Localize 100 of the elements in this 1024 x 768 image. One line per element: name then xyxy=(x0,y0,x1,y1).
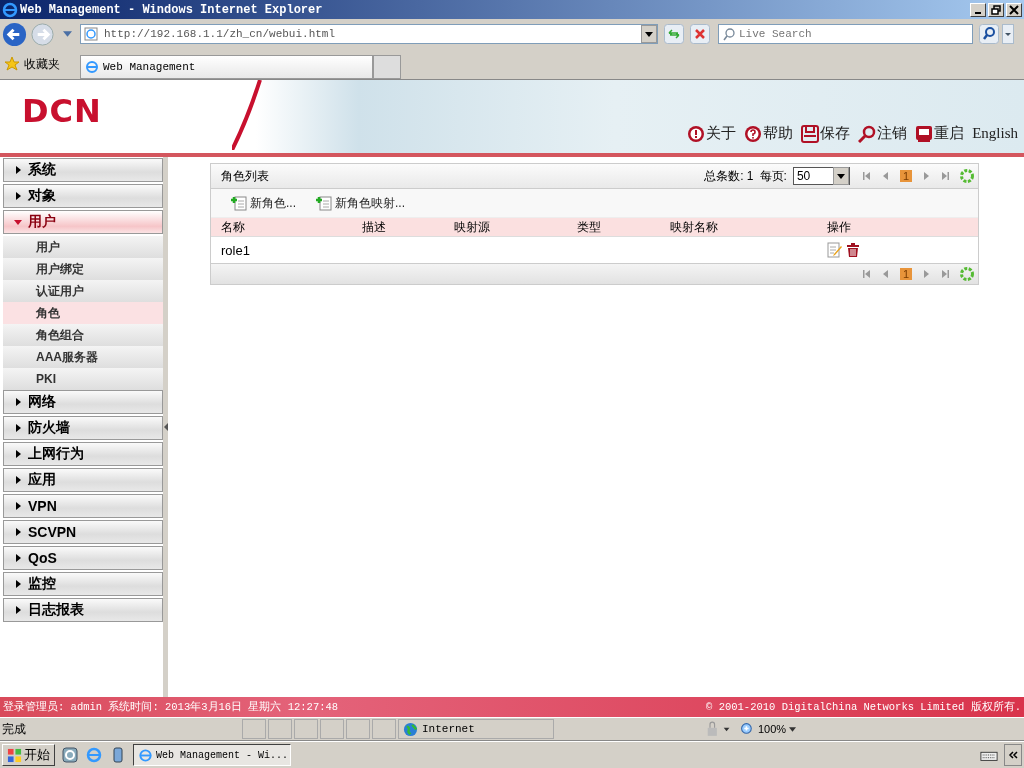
stop-icon[interactable] xyxy=(690,24,710,44)
browser-tab[interactable]: Web Management xyxy=(80,55,373,79)
caret-right-icon xyxy=(14,528,22,536)
browser-logo-icon[interactable] xyxy=(85,746,103,764)
column-header: 名称 xyxy=(221,218,246,236)
sidebar-subitem[interactable]: AAA服务器 xyxy=(3,346,163,368)
security-zone: Internet xyxy=(398,719,554,739)
last-page-icon[interactable] xyxy=(940,269,950,279)
header-link[interactable]: 关于 xyxy=(687,124,737,143)
next-page-icon[interactable] xyxy=(921,171,931,181)
sidebar-item[interactable]: 系统 xyxy=(3,158,163,182)
caret-right-icon xyxy=(14,502,22,510)
next-page-icon[interactable] xyxy=(921,269,931,279)
status-panel xyxy=(294,719,318,739)
new-tab-button[interactable] xyxy=(373,55,401,79)
sidebar-subitem[interactable]: 角色组合 xyxy=(3,324,163,346)
first-page-icon[interactable] xyxy=(861,269,872,279)
browser-logo-icon xyxy=(2,1,18,18)
caret-icon[interactable] xyxy=(645,31,653,37)
column-header: 类型 xyxy=(577,218,602,236)
header-link[interactable]: 重启 xyxy=(915,124,965,143)
globe-icon xyxy=(403,721,418,737)
zoom-icon xyxy=(740,721,755,737)
restore-icon xyxy=(991,4,1001,15)
sidebar-item[interactable]: SCVPN xyxy=(3,520,163,544)
star-icon[interactable] xyxy=(4,56,20,72)
dropdown-icon[interactable] xyxy=(1002,24,1014,44)
sidebar-item[interactable]: QoS xyxy=(3,546,163,570)
caret-icon xyxy=(789,726,797,732)
sidebar-item[interactable]: 监控 xyxy=(3,572,163,596)
refresh-icon[interactable] xyxy=(959,266,975,282)
sidebar-subitem[interactable]: 角色 xyxy=(3,302,163,324)
question-icon xyxy=(744,124,763,143)
sidebar-item[interactable]: 用户 xyxy=(3,210,163,234)
caret-right-icon xyxy=(14,580,22,588)
back-icon[interactable] xyxy=(2,21,27,47)
restore-button[interactable] xyxy=(988,2,1004,17)
status-text: 完成 xyxy=(1,720,27,738)
add-link[interactable]: 新角色映射... xyxy=(316,194,406,212)
login-info: 登录管理员: admin 系统时间: 2013年3月16日 星期六 12:27:48 xyxy=(3,700,339,714)
status-panel xyxy=(268,719,292,739)
address-field[interactable]: http://192.168.1.1/zh_cn/webui.html xyxy=(80,24,658,44)
splitter-handle[interactable] xyxy=(163,157,168,697)
search-field[interactable]: Live Search xyxy=(718,24,973,44)
trash-icon[interactable] xyxy=(845,242,861,258)
page-number[interactable]: 1 xyxy=(899,170,912,182)
add-link[interactable]: 新角色... xyxy=(231,194,296,212)
header-link[interactable]: 注销 xyxy=(858,124,908,143)
add-document-icon xyxy=(316,195,332,211)
floppy-icon xyxy=(801,124,820,143)
caret-right-icon xyxy=(14,398,22,406)
caret-down-icon xyxy=(14,218,22,226)
sidebar-item[interactable]: 防火墙 xyxy=(3,416,163,440)
search-icon[interactable] xyxy=(979,24,999,44)
sidebar-item[interactable]: 上网行为 xyxy=(3,442,163,466)
page-number[interactable]: 1 xyxy=(899,268,912,280)
per-page-select[interactable]: 50 xyxy=(792,167,850,185)
first-page-icon[interactable] xyxy=(861,171,872,181)
header-link[interactable]: 保存 xyxy=(801,124,851,143)
caret-right-icon xyxy=(14,424,22,432)
status-panel xyxy=(320,719,344,739)
column-header: 操作 xyxy=(827,218,852,236)
close-button[interactable] xyxy=(1006,2,1022,17)
status-panel xyxy=(242,719,266,739)
sidebar-item[interactable]: 网络 xyxy=(3,390,163,414)
caret-right-icon xyxy=(14,554,22,562)
header-link[interactable]: 帮助 xyxy=(744,124,794,143)
sidebar-subitem[interactable]: PKI xyxy=(3,368,163,390)
minimize-icon xyxy=(975,11,981,14)
last-page-icon[interactable] xyxy=(940,171,950,181)
column-header: 映射源 xyxy=(454,218,491,236)
refresh-icon[interactable] xyxy=(664,24,684,44)
table-cell-text: role1 xyxy=(221,242,251,258)
column-header: 描述 xyxy=(362,218,387,236)
start-button[interactable]: 开始 xyxy=(2,744,55,766)
sidebar-subitem[interactable]: 认证用户 xyxy=(3,280,163,302)
sidebar-item[interactable]: 日志报表 xyxy=(3,598,163,622)
caret-right-icon xyxy=(14,192,22,200)
sidebar-subitem[interactable]: 用户绑定 xyxy=(3,258,163,280)
taskbar-item[interactable]: Web Management - Wi... xyxy=(133,744,291,766)
status-panel xyxy=(346,719,370,739)
sidebar-subitem[interactable]: 用户 xyxy=(3,236,163,258)
close-icon xyxy=(1009,4,1019,15)
expand-tray-button[interactable] xyxy=(1004,744,1022,766)
column-header: 映射名称 xyxy=(670,218,719,236)
search-icon xyxy=(722,27,736,41)
language-link[interactable]: English xyxy=(972,125,1018,142)
status-panel xyxy=(372,719,396,739)
dropdown-icon[interactable] xyxy=(63,31,72,37)
browser-logo-icon xyxy=(138,747,153,763)
zoom-level[interactable]: 100% xyxy=(740,721,820,737)
favorites-button[interactable]: 收藏夹 xyxy=(24,55,60,73)
sidebar-item[interactable]: 应用 xyxy=(3,468,163,492)
browser-logo-icon xyxy=(85,60,99,74)
sidebar-item[interactable]: 对象 xyxy=(3,184,163,208)
refresh-icon[interactable] xyxy=(959,168,975,184)
minimize-button[interactable] xyxy=(970,2,986,17)
panel-title: 角色列表 xyxy=(221,167,269,185)
per-page-label: 每页: xyxy=(759,167,787,185)
sidebar-item[interactable]: VPN xyxy=(3,494,163,518)
